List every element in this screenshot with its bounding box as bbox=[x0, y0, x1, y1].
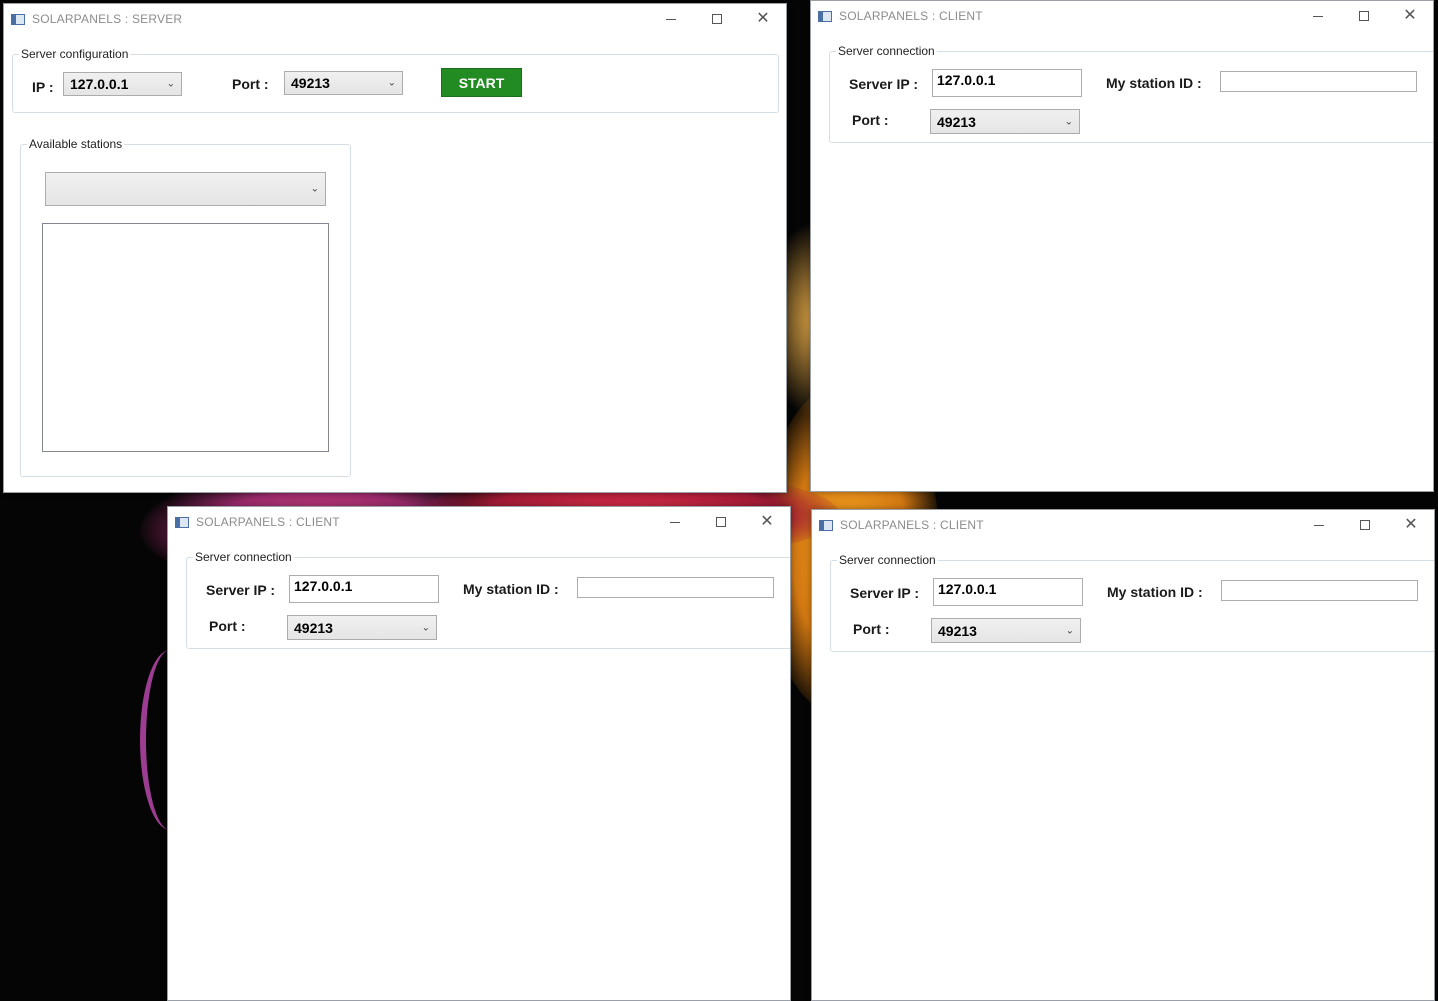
server-ip-input[interactable]: 127.0.0.1 bbox=[289, 575, 439, 603]
port-label: Port : bbox=[232, 76, 269, 92]
server-ip-label: Server IP : bbox=[206, 582, 276, 598]
port-select[interactable]: 49213 ⌄ bbox=[284, 71, 403, 95]
port-select-value: 49213 bbox=[937, 113, 976, 130]
client-titlebar[interactable]: SOLARPANELS : CLIENT ✕ bbox=[811, 1, 1433, 31]
server-titlebar[interactable]: SOLARPANELS : SERVER ✕ bbox=[4, 4, 786, 34]
port-select-value: 49213 bbox=[294, 619, 333, 636]
server-connection-group: Server connection bbox=[829, 44, 1433, 143]
chevron-down-icon: ⌄ bbox=[421, 622, 430, 633]
minimize-icon bbox=[670, 521, 680, 523]
maximize-button[interactable] bbox=[1341, 1, 1387, 31]
client-window: SOLARPANELS : CLIENT ✕ Server connection… bbox=[167, 506, 791, 1001]
maximize-icon bbox=[716, 517, 726, 527]
group-title: Server configuration bbox=[19, 47, 131, 61]
close-button[interactable]: ✕ bbox=[1388, 510, 1434, 540]
server-ip-label: Server IP : bbox=[849, 76, 919, 92]
close-icon: ✕ bbox=[1403, 7, 1417, 24]
minimize-icon bbox=[666, 18, 676, 20]
app-icon bbox=[175, 516, 189, 528]
station-id-label: My station ID : bbox=[1107, 584, 1203, 600]
close-icon: ✕ bbox=[1404, 516, 1418, 533]
station-id-label: My station ID : bbox=[1106, 75, 1202, 91]
stations-list[interactable] bbox=[42, 223, 329, 452]
client-window: SOLARPANELS : CLIENT ✕ Server connection… bbox=[811, 509, 1435, 1001]
group-title: Server connection bbox=[193, 550, 294, 564]
port-select[interactable]: 49213 ⌄ bbox=[930, 109, 1080, 134]
server-connection-group: Server connection bbox=[830, 553, 1434, 652]
group-title: Available stations bbox=[27, 137, 125, 151]
station-id-input[interactable] bbox=[1221, 580, 1418, 601]
maximize-button[interactable] bbox=[1342, 510, 1388, 540]
app-icon bbox=[818, 10, 832, 22]
maximize-button[interactable] bbox=[694, 4, 740, 34]
close-button[interactable]: ✕ bbox=[740, 4, 786, 34]
port-label: Port : bbox=[852, 112, 889, 128]
group-title: Server connection bbox=[837, 553, 938, 567]
client-window: SOLARPANELS : CLIENT ✕ Server connection… bbox=[810, 0, 1434, 492]
minimize-button[interactable] bbox=[652, 507, 698, 537]
group-title: Server connection bbox=[836, 44, 937, 58]
server-ip-input[interactable]: 127.0.0.1 bbox=[933, 578, 1083, 606]
server-window: SOLARPANELS : SERVER ✕ Server configurat… bbox=[3, 3, 787, 493]
minimize-button[interactable] bbox=[1296, 510, 1342, 540]
close-button[interactable]: ✕ bbox=[1387, 1, 1433, 31]
stations-select[interactable]: ⌄ bbox=[45, 172, 326, 206]
client-titlebar[interactable]: SOLARPANELS : CLIENT ✕ bbox=[812, 510, 1434, 540]
close-icon: ✕ bbox=[756, 10, 770, 27]
maximize-icon bbox=[712, 14, 722, 24]
ip-select-value: 127.0.0.1 bbox=[70, 76, 129, 92]
minimize-button[interactable] bbox=[648, 4, 694, 34]
port-label: Port : bbox=[209, 618, 246, 634]
close-button[interactable]: ✕ bbox=[744, 507, 790, 537]
port-label: Port : bbox=[853, 621, 890, 637]
start-button[interactable]: START bbox=[441, 68, 522, 97]
station-id-label: My station ID : bbox=[463, 581, 559, 597]
port-select[interactable]: 49213 ⌄ bbox=[931, 618, 1081, 643]
app-icon bbox=[11, 13, 25, 25]
chevron-down-icon: ⌄ bbox=[387, 77, 396, 89]
ip-label: IP : bbox=[32, 79, 54, 95]
close-icon: ✕ bbox=[760, 513, 774, 530]
client-titlebar[interactable]: SOLARPANELS : CLIENT ✕ bbox=[168, 507, 790, 537]
chevron-down-icon: ⌄ bbox=[166, 78, 175, 90]
minimize-button[interactable] bbox=[1295, 1, 1341, 31]
window-title: SOLARPANELS : CLIENT bbox=[839, 9, 983, 23]
chevron-down-icon: ⌄ bbox=[1065, 625, 1074, 636]
port-select-value: 49213 bbox=[291, 75, 330, 91]
port-select-value: 49213 bbox=[938, 622, 977, 639]
window-title: SOLARPANELS : SERVER bbox=[32, 12, 183, 26]
server-connection-group: Server connection bbox=[186, 550, 790, 649]
app-icon bbox=[819, 519, 833, 531]
chevron-down-icon: ⌄ bbox=[1064, 116, 1073, 127]
station-id-input[interactable] bbox=[577, 577, 774, 598]
port-select[interactable]: 49213 ⌄ bbox=[287, 615, 437, 640]
maximize-button[interactable] bbox=[698, 507, 744, 537]
maximize-icon bbox=[1359, 11, 1369, 21]
window-title: SOLARPANELS : CLIENT bbox=[196, 515, 340, 529]
maximize-icon bbox=[1360, 520, 1370, 530]
minimize-icon bbox=[1314, 524, 1324, 526]
station-id-input[interactable] bbox=[1220, 71, 1417, 92]
chevron-down-icon: ⌄ bbox=[310, 183, 319, 195]
minimize-icon bbox=[1313, 15, 1323, 17]
window-title: SOLARPANELS : CLIENT bbox=[840, 518, 984, 532]
server-ip-label: Server IP : bbox=[850, 585, 920, 601]
server-ip-input[interactable]: 127.0.0.1 bbox=[932, 69, 1082, 97]
ip-select[interactable]: 127.0.0.1 ⌄ bbox=[63, 72, 182, 96]
